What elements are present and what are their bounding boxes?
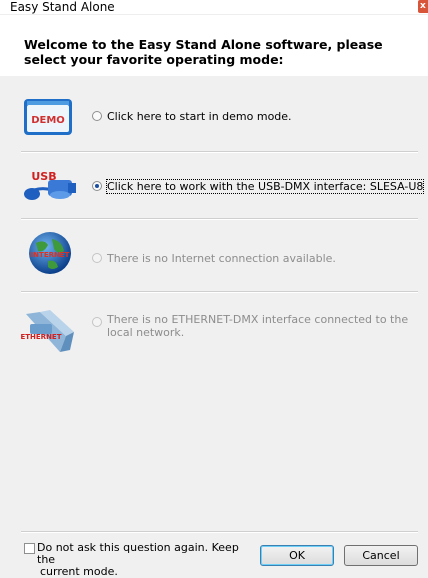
- option-internet-label[interactable]: There is no Internet connection availabl…: [107, 252, 336, 265]
- option-demo-label[interactable]: Click here to start in demo mode.: [107, 110, 292, 123]
- separator: [21, 291, 418, 293]
- option-usb[interactable]: USB Click here to work with the USB-DMX …: [0, 165, 428, 210]
- internet-icon-text: INTERNET: [31, 251, 70, 259]
- demo-icon: DEMO: [24, 99, 72, 135]
- ethernet-icon-text: ETHERNET: [20, 333, 61, 341]
- dont-ask-checkbox[interactable]: [24, 543, 35, 554]
- separator: [21, 151, 418, 153]
- radio-demo[interactable]: [92, 111, 102, 121]
- usb-icon: USB: [24, 170, 76, 200]
- demo-icon-text: DEMO: [31, 115, 65, 126]
- header-text: Welcome to the Easy Stand Alone software…: [24, 37, 383, 67]
- radio-internet[interactable]: [92, 253, 102, 263]
- option-usb-label[interactable]: Click here to work with the USB-DMX inte…: [105, 179, 425, 194]
- radio-usb[interactable]: [92, 181, 102, 191]
- close-icon: x: [420, 1, 426, 11]
- footer-separator: [21, 531, 418, 533]
- option-ethernet-label-line1[interactable]: There is no ETHERNET-DMX interface conne…: [107, 313, 408, 326]
- option-ethernet[interactable]: ETHERNET There is no ETHERNET-DMX interf…: [0, 304, 428, 360]
- dont-ask-label-line1: Do not ask this question again. Keep the: [37, 541, 239, 566]
- separator: [21, 218, 418, 220]
- option-internet[interactable]: INTERNET There is no Internet connection…: [0, 229, 428, 279]
- header-banner: Welcome to the Easy Stand Alone software…: [0, 14, 428, 77]
- internet-icon: INTERNET: [29, 232, 71, 274]
- window-title: Easy Stand Alone: [10, 0, 115, 14]
- option-demo[interactable]: DEMO Click here to start in demo mode.: [0, 95, 428, 140]
- dont-ask-label[interactable]: Do not ask this question again. Keep the…: [37, 542, 257, 578]
- ok-button[interactable]: OK: [260, 545, 334, 566]
- radio-ethernet[interactable]: [92, 317, 102, 327]
- close-button[interactable]: x: [418, 0, 428, 13]
- usb-icon-text: USB: [31, 170, 56, 183]
- title-bar[interactable]: Easy Stand Alone x: [0, 0, 428, 14]
- ethernet-icon: ETHERNET: [20, 310, 74, 352]
- cancel-button[interactable]: Cancel: [344, 545, 418, 566]
- option-ethernet-label-line2[interactable]: local network.: [107, 326, 184, 339]
- dont-ask-label-line2: current mode.: [40, 565, 118, 578]
